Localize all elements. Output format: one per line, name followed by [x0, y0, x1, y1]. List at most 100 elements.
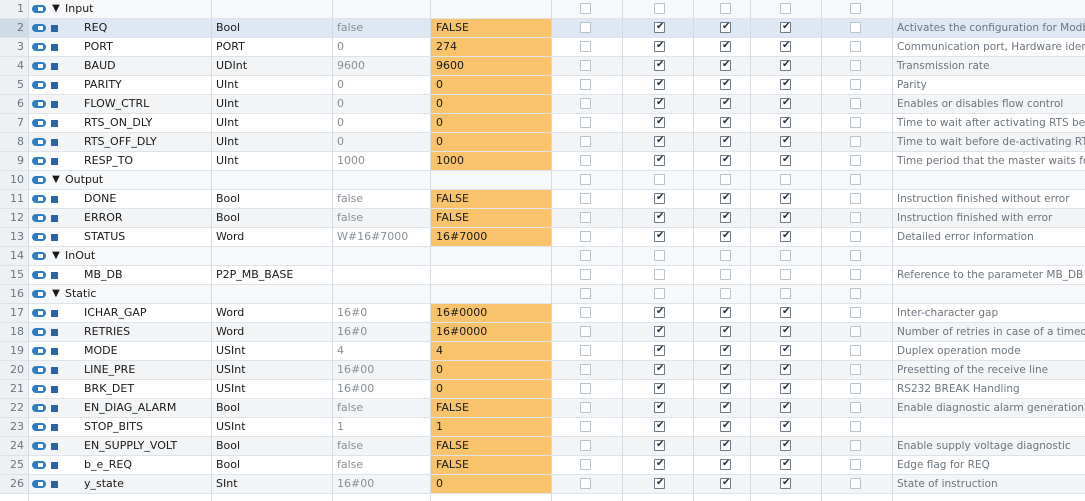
checkbox-icon[interactable] — [850, 41, 861, 52]
data-type[interactable]: Bool — [216, 437, 328, 455]
checkbox-icon[interactable] — [580, 364, 591, 375]
checkbox-icon[interactable] — [850, 155, 861, 166]
checkbox-icon[interactable]: ✔ — [780, 458, 791, 470]
checkbox-icon[interactable] — [580, 440, 591, 451]
data-type[interactable]: USInt — [216, 342, 328, 360]
data-type[interactable]: Bool — [216, 190, 328, 208]
comment-cell[interactable]: State of instruction — [897, 475, 1085, 493]
checkbox-icon[interactable] — [850, 440, 861, 451]
table-row[interactable]: 8 RTS_OFF_DLY UInt 0 0 Time to wait before de… — [0, 133, 1085, 152]
section-row[interactable]: 14 ▼ InOut — [0, 247, 1085, 266]
table-row[interactable]: 25 b_e_REQ Bool false FALSE Edge flag for REQ… — [0, 456, 1085, 475]
default-value[interactable]: false — [337, 456, 429, 474]
monitor-value[interactable]: 274 — [431, 38, 551, 56]
checkbox-icon[interactable] — [580, 79, 591, 90]
checkbox-icon[interactable]: ✔ — [720, 59, 731, 71]
comment-cell[interactable]: Edge flag for REQ — [897, 456, 1085, 474]
checkbox-icon[interactable]: ✔ — [780, 135, 791, 147]
default-value[interactable]: 16#00 — [337, 380, 429, 398]
checkbox-icon[interactable] — [850, 269, 861, 280]
table-row[interactable]: 2 REQ Bool false FALSE Activates the configur… — [0, 19, 1085, 38]
checkbox-icon[interactable] — [654, 250, 665, 261]
table-row[interactable]: 19 MODE USInt 4 4 Duplex operation mode ✔ ✔ ✔ — [0, 342, 1085, 361]
checkbox-icon[interactable]: ✔ — [654, 420, 665, 432]
checkbox-icon[interactable] — [780, 3, 791, 14]
comment-cell[interactable]: Reference to the parameter MB_DB of — [897, 266, 1085, 284]
table-row[interactable]: 7 RTS_ON_DLY UInt 0 0 Time to wait after acti… — [0, 114, 1085, 133]
checkbox-icon[interactable]: ✔ — [720, 382, 731, 394]
data-type[interactable]: PORT — [216, 38, 328, 56]
parameter-name[interactable]: REQ — [84, 19, 209, 37]
checkbox-icon[interactable] — [580, 307, 591, 318]
checkbox-icon[interactable] — [850, 364, 861, 375]
monitor-value[interactable]: 4 — [431, 342, 551, 360]
monitor-value[interactable]: 0 — [431, 114, 551, 132]
data-type[interactable]: UInt — [216, 76, 328, 94]
default-value[interactable]: false — [337, 19, 429, 37]
parameter-name[interactable]: ERROR — [84, 209, 209, 227]
monitor-value[interactable]: 0 — [431, 76, 551, 94]
data-type[interactable]: USInt — [216, 361, 328, 379]
comment-cell[interactable]: Detailed error information — [897, 228, 1085, 246]
monitor-value[interactable]: 0 — [431, 475, 551, 493]
checkbox-icon[interactable] — [780, 174, 791, 185]
data-type[interactable]: Bool — [216, 19, 328, 37]
monitor-value[interactable]: FALSE — [431, 437, 551, 455]
checkbox-icon[interactable] — [580, 288, 591, 299]
checkbox-icon[interactable] — [850, 193, 861, 204]
data-type[interactable]: UDInt — [216, 57, 328, 75]
checkbox-icon[interactable]: ✔ — [654, 21, 665, 33]
table-row[interactable]: 3 PORT PORT 0 274 Communication port, Hardwar… — [0, 38, 1085, 57]
checkbox-icon[interactable] — [850, 117, 861, 128]
data-type[interactable]: UInt — [216, 133, 328, 151]
checkbox-icon[interactable]: ✔ — [780, 154, 791, 166]
monitor-value[interactable]: FALSE — [431, 399, 551, 417]
default-value[interactable]: 16#0 — [337, 304, 429, 322]
checkbox-icon[interactable]: ✔ — [780, 97, 791, 109]
checkbox-icon[interactable]: ✔ — [720, 154, 731, 166]
checkbox-icon[interactable]: ✔ — [780, 420, 791, 432]
table-row[interactable]: 13 STATUS Word W#16#7000 16#7000 Detailed err… — [0, 228, 1085, 247]
comment-cell[interactable]: Communication port, Hardware identifier — [897, 38, 1085, 56]
monitor-value[interactable]: 9600 — [431, 57, 551, 75]
checkbox-icon[interactable]: ✔ — [720, 420, 731, 432]
table-row[interactable]: 23 STOP_BITS USInt 1 1 ✔ ✔ ✔ — [0, 418, 1085, 437]
checkbox-icon[interactable]: ✔ — [720, 458, 731, 470]
checkbox-icon[interactable] — [580, 478, 591, 489]
checkbox-icon[interactable]: ✔ — [720, 477, 731, 489]
checkbox-icon[interactable]: ✔ — [654, 192, 665, 204]
default-value[interactable]: 0 — [337, 133, 429, 151]
checkbox-icon[interactable] — [580, 421, 591, 432]
comment-cell[interactable] — [897, 418, 1085, 436]
checkbox-icon[interactable]: ✔ — [780, 401, 791, 413]
comment-cell[interactable]: Instruction finished with error — [897, 209, 1085, 227]
monitor-value[interactable]: 1000 — [431, 152, 551, 170]
checkbox-icon[interactable] — [850, 250, 861, 261]
parameter-name[interactable]: BAUD — [84, 57, 209, 75]
checkbox-icon[interactable] — [580, 402, 591, 413]
checkbox-icon[interactable] — [580, 193, 591, 204]
checkbox-icon[interactable]: ✔ — [720, 192, 731, 204]
checkbox-icon[interactable]: ✔ — [720, 135, 731, 147]
table-row[interactable]: 4 BAUD UDInt 9600 9600 Transmission rate ✔ ✔ ✔ — [0, 57, 1085, 76]
checkbox-icon[interactable]: ✔ — [654, 306, 665, 318]
checkbox-icon[interactable] — [850, 174, 861, 185]
parameter-name[interactable]: EN_SUPPLY_VOLT — [84, 437, 209, 455]
checkbox-icon[interactable] — [580, 117, 591, 128]
data-type[interactable]: Bool — [216, 456, 328, 474]
checkbox-icon[interactable] — [850, 22, 861, 33]
checkbox-icon[interactable] — [850, 60, 861, 71]
checkbox-icon[interactable] — [850, 212, 861, 223]
checkbox-icon[interactable] — [580, 250, 591, 261]
table-row[interactable]: 15 MB_DB P2P_MB_BASE Reference to the param… — [0, 266, 1085, 285]
checkbox-icon[interactable]: ✔ — [780, 325, 791, 337]
checkbox-icon[interactable]: ✔ — [780, 211, 791, 223]
table-row[interactable]: 18 RETRIES Word 16#0 16#0000 Number of retrie… — [0, 323, 1085, 342]
comment-cell[interactable]: Time to wait after activating RTS before — [897, 114, 1085, 132]
comment-cell[interactable]: Instruction finished without error — [897, 190, 1085, 208]
section-row[interactable]: 1 ▼ Input — [0, 0, 1085, 19]
checkbox-icon[interactable] — [850, 288, 861, 299]
checkbox-icon[interactable]: ✔ — [780, 439, 791, 451]
default-value[interactable]: 16#0 — [337, 323, 429, 341]
parameter-name[interactable]: b_e_REQ — [84, 456, 209, 474]
